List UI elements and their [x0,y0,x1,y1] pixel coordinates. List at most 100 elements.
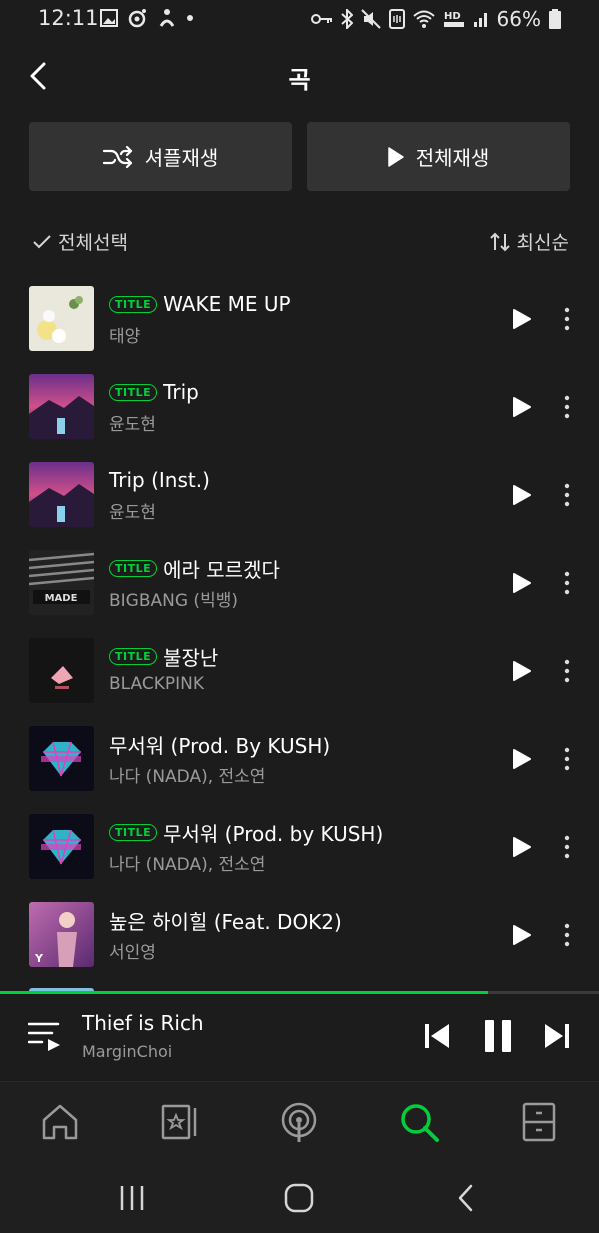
system-navigation [0,1161,599,1233]
status-time: 12:11 [38,6,99,30]
title-badge: TITLE [109,559,158,577]
nfc-icon [388,9,405,29]
play-icon[interactable] [512,924,532,946]
song-title: 불장난 [163,645,219,670]
svg-text:MADE: MADE [45,593,78,604]
song-artist: 윤도현 [109,415,156,435]
album-art [29,814,94,879]
check-icon [33,234,51,248]
search-icon[interactable] [397,1100,441,1144]
battery-percent: 66% [496,7,541,31]
song-artist: 윤도현 [109,503,156,523]
wifi-icon [412,10,435,28]
status-bar: 12:11 HD 66% [0,0,599,38]
play-icon[interactable] [512,660,532,682]
shuffle-icon [102,145,132,168]
more-options-icon[interactable] [560,922,574,948]
podcast-icon[interactable] [277,1100,321,1144]
song-row[interactable]: TITLE WAKE ME UP 태양 [0,274,599,362]
play-icon[interactable] [512,572,532,594]
song-row[interactable]: TITLE 불장난 BLACKPINK [0,626,599,714]
song-title: 에라 모르겠다 [163,557,280,582]
bottom-navigation [0,1081,599,1162]
accessibility-icon [159,9,175,27]
song-row[interactable]: Trip (Inst.) 윤도현 [0,450,599,538]
song-row[interactable]: TITLE Trip 윤도현 [0,362,599,450]
play-icon[interactable] [512,484,532,506]
sort-button[interactable]: 최신순 [489,228,569,255]
gallery-icon [100,9,118,27]
next-track-button[interactable] [544,1022,570,1050]
playlist-icon[interactable] [28,1020,62,1052]
svg-text:HD: HD [444,11,461,22]
song-row[interactable]: TITLE 무서워 (Prod. by KUSH) 나다 (NADA), 전소연 [0,802,599,890]
play-icon[interactable] [512,396,532,418]
svg-text:Y: Y [34,952,44,965]
home-button-icon[interactable] [281,1183,317,1213]
more-options-icon[interactable] [560,482,574,508]
song-row[interactable]: 무서워 (Prod. By KUSH) 나다 (NADA), 전소연 [0,714,599,802]
camera-icon [128,9,146,28]
library-icon[interactable] [157,1100,201,1144]
page-title: 곡 [288,66,311,94]
now-playing-artist: MarginChoi [82,1042,173,1061]
album-art: Y [29,902,94,967]
album-art [29,286,94,351]
song-artist: 태양 [109,327,141,347]
title-badge: TITLE [109,647,158,665]
play-icon[interactable] [512,836,532,858]
pause-button[interactable] [483,1018,513,1054]
mute-icon [360,9,381,29]
song-artist: 서인영 [109,943,156,963]
play-all-label: 전체재생 [415,146,490,170]
battery-icon [549,9,561,29]
song-title: Trip [163,380,199,404]
bluetooth-icon [340,9,353,29]
shuffle-play-button[interactable]: 셔플재생 [29,122,292,191]
title-badge: TITLE [109,383,158,401]
title-badge: TITLE [109,823,158,841]
album-art: MADE [29,550,94,615]
more-options-icon[interactable] [560,306,574,332]
title-badge: TITLE [109,295,158,313]
song-row[interactable]: MADE TITLE 에라 모르겠다 BIGBANG (빅뱅) [0,538,599,626]
song-title: WAKE ME UP [163,292,291,316]
header: 곡 [0,50,599,102]
song-artist: 나다 (NADA), 전소연 [109,767,266,787]
key-icon [310,14,332,24]
select-all-label: 전체선택 [58,232,128,254]
song-row[interactable]: Y 높은 하이힐 (Feat. DOK2) 서인영 [0,890,599,978]
album-art [29,638,94,703]
song-title: Trip (Inst.) [109,468,210,492]
mini-player[interactable]: Thief is Rich MarginChoi [0,994,599,1080]
system-back-icon[interactable] [449,1183,485,1213]
song-artist: BIGBANG (빅뱅) [109,591,238,611]
play-icon[interactable] [512,308,532,330]
play-all-button[interactable]: 전체재생 [307,122,570,191]
song-title: 무서워 (Prod. By KUSH) [109,733,331,758]
shuffle-play-label: 셔플재생 [144,146,219,170]
sort-label: 최신순 [516,232,569,254]
song-artist: BLACKPINK [109,674,205,694]
more-options-icon[interactable] [560,570,574,596]
album-art [29,726,94,791]
hd-voice-icon: HD [443,11,464,27]
album-art [29,462,94,527]
more-options-icon[interactable] [560,658,574,684]
song-title: 높은 하이힐 (Feat. DOK2) [109,909,342,934]
more-options-icon[interactable] [560,394,574,420]
recent-apps-icon[interactable] [114,1183,150,1213]
more-options-icon[interactable] [560,746,574,772]
home-icon[interactable] [38,1100,82,1144]
song-title: 무서워 (Prod. by KUSH) [163,821,384,846]
signal-icon [473,13,487,27]
dot-icon [187,15,193,21]
select-all-toggle[interactable]: 전체선택 [32,228,128,255]
previous-track-button[interactable] [424,1022,450,1050]
now-playing-title: Thief is Rich [82,1011,204,1035]
storage-icon[interactable] [517,1100,561,1144]
song-artist: 나다 (NADA), 전소연 [109,855,266,875]
more-options-icon[interactable] [560,834,574,860]
song-list: TITLE WAKE ME UP 태양 TITLE Trip 윤도현 Trip … [0,274,599,978]
play-icon[interactable] [512,748,532,770]
